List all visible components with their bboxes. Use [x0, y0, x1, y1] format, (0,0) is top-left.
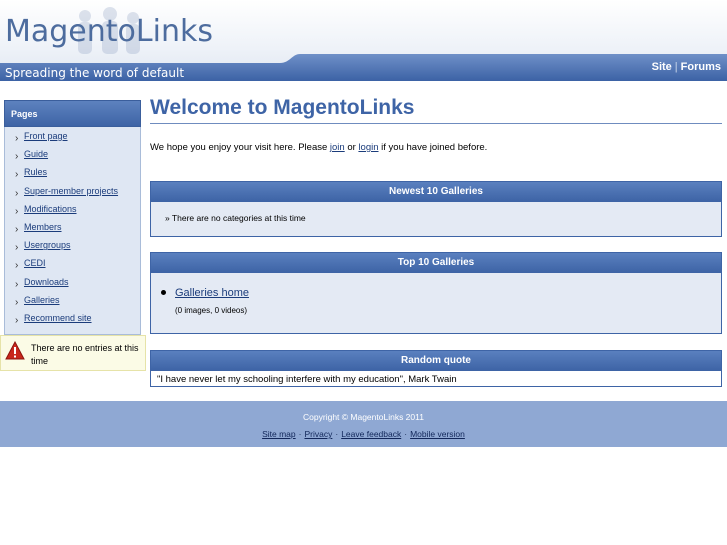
footer-links: Site map · Privacy · Leave feedback · Mobile v… [0, 429, 727, 439]
sidebar-item-rules[interactable]: › Rules [5, 167, 140, 185]
sidebar-item-downloads[interactable]: › Downloads [5, 277, 140, 295]
notice-text: There are no entries at this time [31, 343, 139, 366]
sidebar-item-usergroups[interactable]: › Usergroups [5, 240, 140, 258]
sidebar-item-label[interactable]: Modifications [24, 204, 77, 214]
footer-link-site-map[interactable]: Site map [262, 429, 296, 439]
sidebar-item-label[interactable]: CEDI [24, 258, 46, 268]
sidebar-item-galleries[interactable]: › Galleries [5, 295, 140, 313]
sidebar-item-guide[interactable]: › Guide [5, 149, 140, 167]
sidebar-heading: Pages [4, 100, 141, 127]
footer-link-privacy[interactable]: Privacy [304, 429, 332, 439]
chevron-right-icon: › [15, 133, 19, 144]
gallery-counts: (0 images, 0 videos) [175, 306, 248, 315]
join-link[interactable]: join [330, 142, 345, 153]
separator: | [674, 61, 678, 73]
chevron-right-icon: › [15, 278, 19, 290]
bullet-icon [161, 289, 166, 295]
copyright-text: Copyright © MagentoLinks 2011 [303, 412, 424, 422]
top-link-site[interactable]: Site [652, 61, 672, 73]
galleries-home-link[interactable]: Galleries home [175, 287, 249, 299]
sidebar-notice: There are no entries at this time [0, 335, 146, 371]
sidebar-item-label[interactable]: Downloads [24, 277, 69, 287]
chevron-right-icon: › [15, 169, 19, 181]
chevron-right-icon: › [15, 205, 19, 217]
top-galleries-panel: Top 10 Galleries Galleries home (0 image… [150, 252, 722, 334]
chevron-right-icon: › [15, 223, 19, 235]
footer-link-mobile-version[interactable]: Mobile version [410, 429, 465, 439]
sidebar-item-recommend-site[interactable]: › Recommend site [5, 313, 140, 331]
panel-heading: Top 10 Galleries [151, 253, 721, 273]
panel-heading: Random quote [151, 351, 721, 371]
separator: · [404, 429, 408, 439]
sidebar-item-super-member-projects[interactable]: › Super-member projects [5, 186, 140, 204]
sidebar-item-cedi[interactable]: › CEDI [5, 258, 140, 276]
panel-empty-text: » There are no categories at this time [165, 213, 306, 223]
warning-icon [5, 341, 25, 360]
list-item: Galleries home [151, 273, 721, 299]
quote-text: "I have never let my schooling interfere… [157, 374, 457, 385]
sidebar: Pages › Front page › Guide › Rules › Super-m… [4, 100, 141, 335]
chevron-right-icon: › [15, 314, 19, 326]
top-nav: Site | Forums [652, 61, 721, 73]
main-content: Welcome to MagentoLinks We hope you enjo… [150, 94, 722, 387]
chevron-right-icon: › [15, 151, 19, 163]
separator: · [335, 429, 339, 439]
sidebar-item-members[interactable]: › Members [5, 222, 140, 240]
welcome-message: We hope you enjoy your visit here. Pleas… [150, 142, 722, 156]
login-link[interactable]: login [358, 142, 378, 153]
random-quote-panel: Random quote "I have never let my school… [150, 350, 722, 387]
separator: · [298, 429, 302, 439]
chevron-right-icon: › [15, 260, 19, 272]
welcome-text: or [344, 142, 359, 153]
site-header: MagentoLinks Spreading the word of defau… [0, 0, 727, 81]
newest-galleries-panel: Newest 10 Galleries » There are no categ… [150, 181, 722, 237]
chevron-right-icon: › [15, 187, 19, 199]
site-footer: Copyright © MagentoLinks 2011 Site map · P… [0, 401, 727, 447]
chevron-right-icon: › [15, 296, 19, 308]
sidebar-item-label[interactable]: Super-member projects [24, 186, 118, 196]
sidebar-item-label[interactable]: Rules [24, 167, 47, 177]
welcome-text: if you have joined before. [378, 142, 488, 153]
chevron-right-icon: › [15, 242, 19, 254]
panel-heading: Newest 10 Galleries [151, 182, 721, 202]
sidebar-item-modifications[interactable]: › Modifications [5, 204, 140, 222]
footer-link-leave-feedback[interactable]: Leave feedback [341, 429, 401, 439]
sidebar-item-label[interactable]: Guide [24, 149, 48, 159]
page-title: Welcome to MagentoLinks [150, 94, 722, 124]
site-tagline: Spreading the word of default [5, 66, 185, 80]
site-title: MagentoLinks [5, 14, 213, 49]
welcome-text: We hope you enjoy your visit here. Pleas… [150, 142, 330, 153]
sidebar-menu: › Front page › Guide › Rules › Super-member … [4, 127, 141, 335]
sidebar-item-front-page[interactable]: › Front page [5, 131, 140, 149]
top-link-forums[interactable]: Forums [681, 61, 721, 73]
sidebar-item-label[interactable]: Recommend site [24, 313, 92, 323]
sidebar-item-label[interactable]: Galleries [24, 295, 60, 305]
sidebar-item-label[interactable]: Usergroups [24, 240, 71, 250]
sidebar-item-label[interactable]: Front page [24, 131, 68, 141]
sidebar-item-label[interactable]: Members [24, 222, 62, 232]
